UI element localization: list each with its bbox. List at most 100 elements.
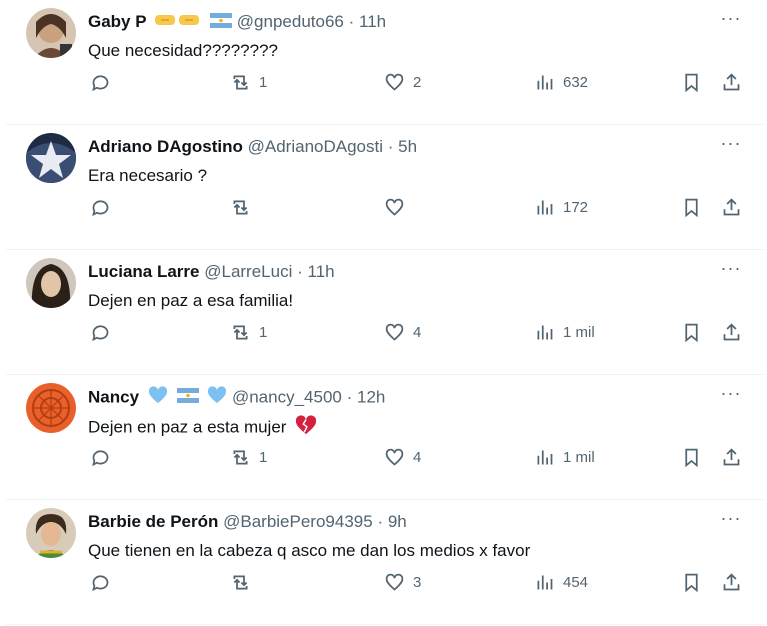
reply-button[interactable] bbox=[90, 70, 119, 94]
action-bar: 1 4 1 mil bbox=[88, 445, 748, 469]
separator-dot: · bbox=[297, 262, 303, 281]
blue-heart-icon bbox=[148, 386, 168, 410]
action-bar: 1 2 632 bbox=[88, 70, 748, 94]
views-chart-icon bbox=[537, 450, 553, 464]
fist-emoji-icon bbox=[155, 12, 201, 34]
tweet-header: Barbie de Perón @BarbiePero94395 · 9h bbox=[88, 511, 407, 533]
retweet-button[interactable]: 1 bbox=[230, 445, 267, 469]
tweet-header: Gaby P @gnpeduto66 · 11h bbox=[88, 11, 386, 34]
tweet-text-content: Dejen en paz a esta mujer bbox=[88, 417, 287, 437]
more-options-icon[interactable]: ··· bbox=[720, 9, 742, 32]
tweet[interactable]: Gaby P @gnpeduto66 · 11h ··· Que necesid… bbox=[6, 0, 764, 125]
views-button[interactable]: 172 bbox=[534, 195, 588, 219]
more-options-icon[interactable]: ··· bbox=[720, 259, 742, 282]
reply-icon bbox=[92, 449, 109, 466]
retweet-button[interactable] bbox=[230, 195, 259, 219]
avatar[interactable] bbox=[26, 258, 76, 308]
avatar[interactable] bbox=[26, 8, 76, 58]
bookmark-button[interactable] bbox=[681, 195, 702, 219]
user-handle[interactable]: @nancy_4500 bbox=[232, 387, 342, 406]
retweet-button[interactable]: 1 bbox=[230, 320, 267, 344]
user-handle[interactable]: @BarbiePero94395 bbox=[223, 512, 373, 531]
like-button[interactable]: 3 bbox=[384, 570, 421, 594]
user-handle[interactable]: @gnpeduto66 bbox=[237, 12, 344, 31]
share-button[interactable] bbox=[721, 570, 742, 594]
more-options-icon[interactable]: ··· bbox=[720, 509, 742, 532]
timestamp[interactable]: 9h bbox=[388, 512, 407, 531]
tweet[interactable]: Nancy @nancy_4500 · 12h ··· Dejen en paz… bbox=[6, 375, 764, 500]
tweet[interactable]: Luciana Larre @LarreLuci · 11h ··· Dejen… bbox=[6, 250, 764, 375]
share-button[interactable] bbox=[721, 195, 742, 219]
view-count: 1 mil bbox=[563, 323, 595, 341]
share-button[interactable] bbox=[721, 445, 742, 469]
reply-feed: Gaby P @gnpeduto66 · 11h ··· Que necesid… bbox=[0, 0, 767, 626]
display-name[interactable]: Nancy bbox=[88, 387, 139, 406]
argentina-flag-icon bbox=[210, 12, 233, 34]
reply-button[interactable] bbox=[90, 195, 119, 219]
tweet-text: Dejen en paz a esta mujer bbox=[88, 415, 317, 441]
avatar[interactable] bbox=[26, 508, 76, 558]
share-button[interactable] bbox=[721, 320, 742, 344]
more-options-icon[interactable]: ··· bbox=[720, 384, 742, 407]
avatar[interactable] bbox=[26, 133, 76, 183]
views-button[interactable]: 1 mil bbox=[534, 445, 595, 469]
share-icon bbox=[723, 572, 740, 590]
reply-button[interactable] bbox=[90, 320, 119, 344]
tweet-header: Luciana Larre @LarreLuci · 11h bbox=[88, 261, 335, 283]
heart-icon bbox=[385, 198, 404, 216]
bookmark-icon bbox=[685, 448, 698, 467]
reply-icon bbox=[92, 199, 109, 216]
reply-icon bbox=[92, 574, 109, 591]
user-handle[interactable]: @LarreLuci bbox=[204, 262, 292, 281]
more-options-icon[interactable]: ··· bbox=[720, 134, 742, 157]
share-icon bbox=[723, 72, 740, 90]
timestamp[interactable]: 11h bbox=[308, 262, 335, 281]
reply-button[interactable] bbox=[90, 570, 119, 594]
retweet-icon bbox=[233, 75, 248, 89]
bookmark-button[interactable] bbox=[681, 70, 702, 94]
display-name[interactable]: Luciana Larre bbox=[88, 262, 200, 281]
views-button[interactable]: 454 bbox=[534, 570, 588, 594]
timestamp[interactable]: 5h bbox=[398, 137, 417, 156]
reply-icon bbox=[92, 324, 109, 341]
reply-icon bbox=[92, 74, 109, 91]
retweet-button[interactable]: 1 bbox=[230, 70, 267, 94]
share-icon bbox=[723, 447, 740, 465]
like-button[interactable]: 4 bbox=[384, 320, 421, 344]
retweet-button[interactable] bbox=[230, 570, 259, 594]
separator-dot: · bbox=[377, 512, 384, 531]
view-count: 1 mil bbox=[563, 448, 595, 466]
tweet-text: Dejen en paz a esa familia! bbox=[88, 291, 294, 310]
like-count: 3 bbox=[413, 573, 422, 591]
display-name[interactable]: Gaby P bbox=[88, 12, 147, 31]
share-button[interactable] bbox=[721, 70, 742, 94]
argentina-flag-icon bbox=[176, 387, 199, 409]
timestamp[interactable]: 12h bbox=[357, 387, 385, 406]
like-button[interactable] bbox=[384, 195, 413, 219]
bookmark-button[interactable] bbox=[681, 445, 702, 469]
tweet[interactable]: Barbie de Perón @BarbiePero94395 · 9h ··… bbox=[6, 500, 764, 625]
avatar[interactable] bbox=[26, 383, 76, 433]
tweet-text: Que tienen en la cabeza q asco me dan lo… bbox=[88, 541, 531, 560]
heart-icon bbox=[385, 73, 404, 91]
view-count: 172 bbox=[563, 198, 589, 216]
display-name[interactable]: Adriano DAgostino bbox=[88, 137, 243, 156]
display-name[interactable]: Barbie de Perón bbox=[88, 512, 218, 531]
reply-button[interactable] bbox=[90, 445, 119, 469]
retweet-icon bbox=[233, 200, 248, 214]
action-bar: 172 bbox=[88, 195, 748, 219]
views-chart-icon bbox=[537, 75, 553, 89]
timestamp[interactable]: 11h bbox=[359, 12, 386, 31]
views-button[interactable]: 1 mil bbox=[534, 320, 595, 344]
views-chart-icon bbox=[537, 325, 553, 339]
tweet-text: Que necesidad???????? bbox=[88, 41, 278, 60]
user-handle[interactable]: @AdrianoDAgosti bbox=[248, 137, 383, 156]
views-button[interactable]: 632 bbox=[534, 70, 588, 94]
views-chart-icon bbox=[537, 200, 553, 214]
like-button[interactable]: 2 bbox=[384, 70, 421, 94]
bookmark-button[interactable] bbox=[681, 320, 702, 344]
tweet[interactable]: Adriano DAgostino @AdrianoDAgosti · 5h ·… bbox=[6, 125, 764, 250]
like-button[interactable]: 4 bbox=[384, 445, 421, 469]
bookmark-button[interactable] bbox=[681, 570, 702, 594]
like-count: 4 bbox=[413, 448, 422, 466]
